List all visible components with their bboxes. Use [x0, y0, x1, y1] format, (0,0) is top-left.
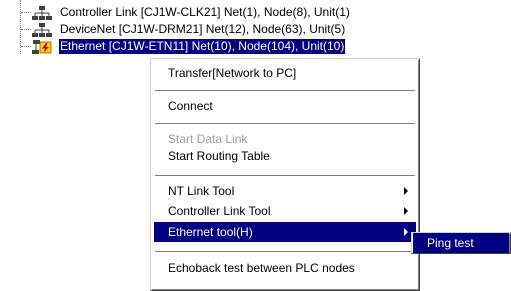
submenu-arrow-icon: [404, 207, 408, 215]
menu-item-label: Echoback test between PLC nodes: [168, 261, 355, 275]
menu-item-echoback-test[interactable]: Echoback test between PLC nodes: [154, 258, 416, 278]
menu-item-label: Connect: [168, 99, 213, 113]
tree-item-label-wrap: Ethernet [CJ1W-ETN11] Net(10), Node(104)…: [59, 39, 395, 54]
menu-item-nt-link-tool[interactable]: NT Link Tool: [154, 181, 416, 201]
ethernet-node-icon: [32, 40, 52, 54]
tree-item-label[interactable]: DeviceNet [CJ1W-DRM21] Net(12), Node(63)…: [59, 22, 346, 37]
menu-item-ping-test[interactable]: Ping test: [413, 233, 509, 253]
network-node-icon: [32, 6, 52, 20]
menu-item-label: NT Link Tool: [168, 184, 235, 198]
menu-item-start-routing-table[interactable]: Start Routing Table: [154, 146, 416, 166]
submenu-arrow-icon: [404, 228, 408, 236]
menu-item-transfer[interactable]: Transfer[Network to PC]: [154, 63, 416, 83]
menu-item-controller-link-tool[interactable]: Controller Link Tool: [154, 201, 416, 221]
menu-separator: [155, 90, 415, 92]
ethernet-tool-submenu: Ping test: [411, 232, 511, 254]
tree-item-devicenet[interactable]: DeviceNet [CJ1W-DRM21] Net(12), Node(63)…: [0, 21, 511, 38]
menu-item-label: Transfer[Network to PC]: [168, 66, 297, 80]
tree-branch-line: [21, 12, 31, 13]
menu-separator: [155, 251, 415, 253]
menu-item-ethernet-tool[interactable]: Ethernet tool(H): [154, 222, 416, 242]
tree-item-label[interactable]: Controller Link [CJ1W-CLK21] Net(1), Nod…: [59, 5, 351, 20]
menu-separator: [155, 123, 415, 125]
tree-branch-line: [21, 29, 31, 30]
tree-item-controller-link[interactable]: Controller Link [CJ1W-CLK21] Net(1), Nod…: [0, 4, 511, 21]
network-node-icon: [32, 23, 52, 37]
menu-item-label: Ethernet tool(H): [168, 225, 253, 239]
tree-item-label[interactable]: Ethernet [CJ1W-ETN11] Net(10), Node(104)…: [59, 39, 347, 54]
tree-item-ethernet[interactable]: Ethernet [CJ1W-ETN11] Net(10), Node(104)…: [0, 38, 511, 55]
submenu-arrow-icon: [404, 187, 408, 195]
menu-separator: [155, 175, 415, 177]
menu-item-label: Start Routing Table: [168, 149, 270, 163]
context-menu: Transfer[Network to PC] Connect Start Da…: [150, 58, 420, 291]
menu-item-connect[interactable]: Connect: [154, 96, 416, 116]
menu-item-label: Ping test: [427, 236, 474, 250]
tree-branch-line: [21, 46, 31, 47]
menu-item-label: Controller Link Tool: [168, 204, 271, 218]
